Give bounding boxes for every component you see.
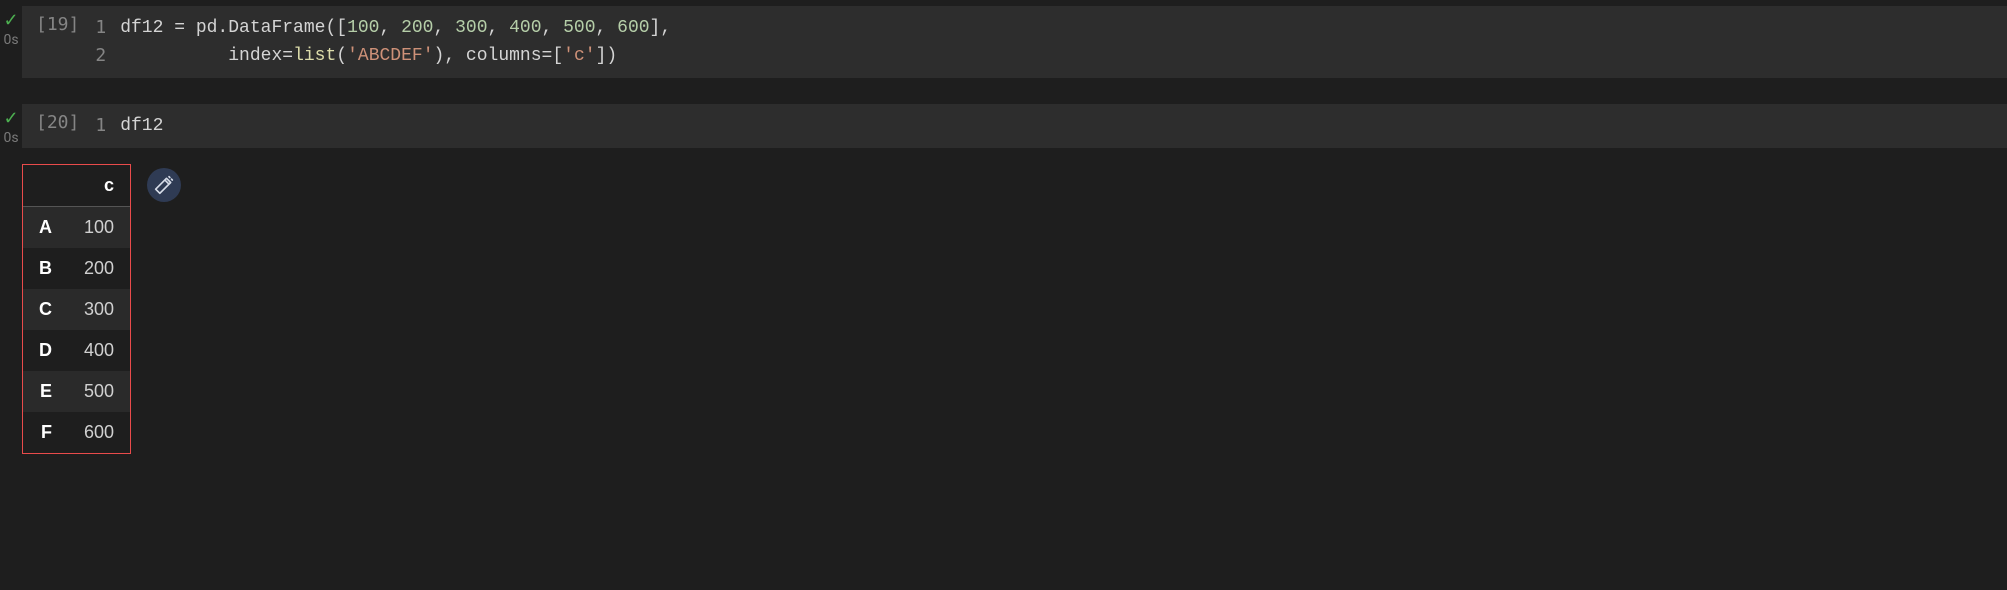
exec-timing: 0s <box>3 130 18 146</box>
code-token: index <box>228 46 282 66</box>
code-token: , <box>488 18 510 38</box>
cell-gutter: ✓ 0s <box>0 6 22 48</box>
code-block[interactable]: [19] 1 2 df12 = pd.DataFrame([100, 200, … <box>22 6 2007 78</box>
dataframe-table: c A100 B200 C300 D400 E500 F600 <box>22 164 131 454</box>
code-token: 200 <box>401 18 433 38</box>
code-token: list <box>293 46 336 66</box>
dataframe-row-header: D <box>23 330 68 371</box>
code-token: ], <box>650 18 672 38</box>
exec-count: [20] <box>22 104 89 148</box>
table-row: F600 <box>23 412 130 453</box>
code-token: , <box>596 18 618 38</box>
code-content[interactable]: df12 <box>120 104 163 148</box>
code-token: ( <box>336 46 347 66</box>
code-cell: ✓ 0s [19] 1 2 df12 = pd.DataFrame([100, … <box>0 6 2007 78</box>
code-token: , <box>433 18 455 38</box>
code-token: = <box>282 46 293 66</box>
code-token: df12 <box>120 116 163 136</box>
line-number: 2 <box>95 42 106 70</box>
code-token: 300 <box>455 18 487 38</box>
cell-body: [19] 1 2 df12 = pd.DataFrame([100, 200, … <box>22 6 2007 78</box>
status-success-icon: ✓ <box>3 110 18 128</box>
line-number: 1 <box>95 112 106 140</box>
code-token: 400 <box>509 18 541 38</box>
code-token: 500 <box>563 18 595 38</box>
code-token: ]) <box>596 46 618 66</box>
dataframe-cell: 400 <box>68 330 130 371</box>
table-row: E500 <box>23 371 130 412</box>
table-row: B200 <box>23 248 130 289</box>
dataframe-row-header: C <box>23 289 68 330</box>
code-token: , <box>379 18 401 38</box>
indent-guide <box>120 46 228 66</box>
code-token: df12 <box>120 18 174 38</box>
table-row: A100 <box>23 207 130 248</box>
dataframe-row-header: A <box>23 207 68 248</box>
dataframe-row-header: F <box>23 412 68 453</box>
dataframe-cell: 200 <box>68 248 130 289</box>
code-token: 'ABCDEF' <box>347 46 433 66</box>
dataframe-row-header: B <box>23 248 68 289</box>
code-token: = <box>174 18 185 38</box>
code-token: [ <box>552 46 563 66</box>
dataframe-cell: 600 <box>68 412 130 453</box>
cell-body: [20] 1 df12 c A100 B200 <box>22 104 2007 454</box>
magic-wand-button[interactable] <box>147 168 181 202</box>
code-content[interactable]: df12 = pd.DataFrame([100, 200, 300, 400,… <box>120 6 671 78</box>
dataframe-cell: 100 <box>68 207 130 248</box>
code-token: 'c' <box>563 46 595 66</box>
code-token: = <box>542 46 553 66</box>
code-token: 100 <box>347 18 379 38</box>
line-numbers: 1 2 <box>89 6 120 78</box>
code-block[interactable]: [20] 1 df12 <box>22 104 2007 148</box>
table-row: C300 <box>23 289 130 330</box>
code-token: , <box>542 18 564 38</box>
status-success-icon: ✓ <box>3 12 18 30</box>
exec-count: [19] <box>22 6 89 78</box>
magic-wand-icon <box>154 175 174 195</box>
code-token: 600 <box>617 18 649 38</box>
code-cell: ✓ 0s [20] 1 df12 c A100 <box>0 104 2007 454</box>
cell-gutter: ✓ 0s <box>0 104 22 146</box>
line-numbers: 1 <box>89 104 120 148</box>
dataframe-cell: 500 <box>68 371 130 412</box>
dataframe-corner <box>23 165 68 207</box>
dataframe-cell: 300 <box>68 289 130 330</box>
code-token: pd.DataFrame([ <box>185 18 347 38</box>
code-token: ), columns <box>434 46 542 66</box>
dataframe-row-header: E <box>23 371 68 412</box>
dataframe-col-header: c <box>68 165 130 207</box>
table-row: D400 <box>23 330 130 371</box>
output-area: c A100 B200 C300 D400 E500 F600 <box>22 148 2007 454</box>
line-number: 1 <box>95 14 106 42</box>
output-content: c A100 B200 C300 D400 E500 F600 <box>22 164 2007 454</box>
exec-timing: 0s <box>3 32 18 48</box>
